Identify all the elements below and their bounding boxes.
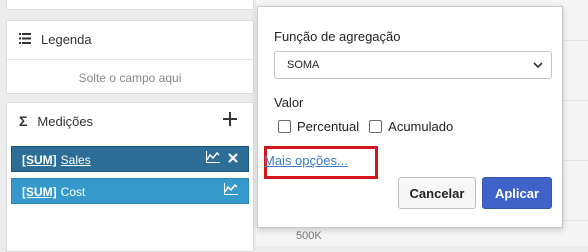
chart-type-icon[interactable] xyxy=(224,178,238,204)
legend-section: Legenda Solte o campo aqui xyxy=(6,20,254,94)
legend-header: Legenda xyxy=(7,21,253,57)
plus-icon xyxy=(223,112,237,126)
axis-tick-label: 500K xyxy=(296,230,322,242)
aggregation-select[interactable]: SOMA xyxy=(274,51,552,79)
value-options: Percentual Acumulado xyxy=(278,119,463,134)
chart-type-icon[interactable] xyxy=(206,146,220,172)
aggregation-popup: Função de agregação SOMA Valor Percentua… xyxy=(257,6,563,228)
left-panel: Legenda Solte o campo aqui Σ Medições [S… xyxy=(0,0,256,252)
list-icon xyxy=(19,31,31,47)
measure-aggregation: [SUM] xyxy=(22,153,57,167)
aggregation-select-value: SOMA xyxy=(287,59,320,71)
measure-field-name: Sales xyxy=(60,153,91,167)
measures-section: Σ Medições [SUM] Sales [SUM] Cost xyxy=(6,102,254,252)
more-options-link[interactable]: Mais opções... xyxy=(264,153,348,168)
percentual-checkbox[interactable] xyxy=(278,120,291,133)
measure-field-name: Cost xyxy=(60,185,86,199)
sigma-icon: Σ xyxy=(19,113,28,129)
legend-drop-zone[interactable]: Solte o campo aqui xyxy=(7,59,253,96)
percentual-label: Percentual xyxy=(297,119,360,134)
cancel-button[interactable]: Cancelar xyxy=(398,177,476,209)
apply-button[interactable]: Aplicar xyxy=(482,177,552,209)
add-measure-button[interactable] xyxy=(223,108,237,132)
acumulado-label: Acumulado xyxy=(388,119,454,134)
measure-pill-sales[interactable]: [SUM] Sales xyxy=(11,146,249,172)
remove-measure-icon[interactable] xyxy=(228,146,238,172)
measures-title: Medições xyxy=(37,113,94,129)
measure-aggregation: [SUM] xyxy=(22,185,57,199)
aggregation-function-label: Função de agregação xyxy=(274,29,401,44)
value-label: Valor xyxy=(274,95,304,110)
measures-header: Σ Medições xyxy=(7,103,253,139)
upper-panel-box xyxy=(6,0,254,10)
measure-pill-cost[interactable]: [SUM] Cost xyxy=(11,178,249,204)
chevron-down-icon xyxy=(533,52,543,78)
acumulado-checkbox[interactable] xyxy=(369,120,383,133)
legend-title: Legenda xyxy=(41,31,92,47)
